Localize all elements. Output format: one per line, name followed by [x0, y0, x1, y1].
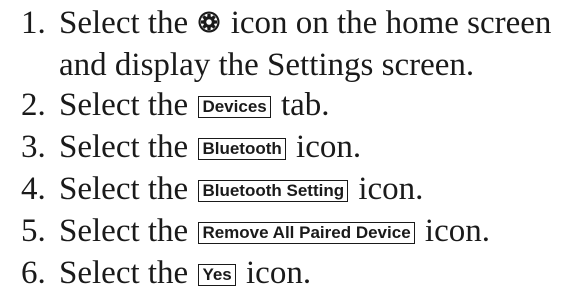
step-text-before: Select the — [59, 87, 189, 123]
step-text-before: Select the — [59, 213, 189, 249]
step-1: 1. Select the icon on the home screen an… — [0, 2, 588, 84]
step-number: 4. — [21, 171, 46, 207]
devices-tab-button: Devices — [198, 96, 271, 118]
step-number: 5. — [21, 213, 46, 249]
gear-icon — [198, 11, 220, 33]
step-text-after: tab. — [280, 87, 330, 123]
step-number: 2. — [21, 87, 46, 123]
bluetooth-button: Bluetooth — [198, 138, 286, 160]
step-text-after: icon. — [424, 213, 490, 249]
step-number: 1. — [21, 5, 46, 41]
step-text: Select the Remove All Paired Device icon… — [59, 210, 490, 252]
step-text-after: icon on the home screen — [230, 5, 552, 41]
step-text: Select the Bluetooth icon. — [59, 126, 361, 168]
step-3: 3. Select the Bluetooth icon. — [0, 126, 588, 168]
step-number: 3. — [21, 129, 46, 165]
step-6: 6. Select the Yes icon. — [0, 252, 588, 294]
step-text-before: Select the — [59, 129, 189, 165]
step-text-after: icon. — [358, 171, 424, 207]
bluetooth-setting-button: Bluetooth Setting — [198, 180, 349, 202]
yes-button: Yes — [198, 264, 236, 286]
step-text-before: Select the — [59, 171, 189, 207]
instruction-list: 1. Select the icon on the home screen an… — [0, 2, 588, 294]
step-4: 4. Select the Bluetooth Setting icon. — [0, 168, 588, 210]
step-text-after: icon. — [246, 255, 312, 291]
remove-all-paired-device-button: Remove All Paired Device — [198, 222, 415, 244]
step-text: Select the Bluetooth Setting icon. — [59, 168, 423, 210]
step-text-line2: and display the Settings screen. — [59, 47, 475, 83]
step-text-after: icon. — [296, 129, 362, 165]
step-text: Select the Devices tab. — [59, 84, 330, 126]
step-text: Select the icon on the home screen and d… — [59, 2, 551, 86]
step-text-before: Select the — [59, 255, 189, 291]
step-number: 6. — [21, 255, 46, 291]
step-text: Select the Yes icon. — [59, 252, 311, 294]
step-2: 2. Select the Devices tab. — [0, 84, 588, 126]
step-5: 5. Select the Remove All Paired Device i… — [0, 210, 588, 252]
step-text-before: Select the — [59, 5, 189, 41]
